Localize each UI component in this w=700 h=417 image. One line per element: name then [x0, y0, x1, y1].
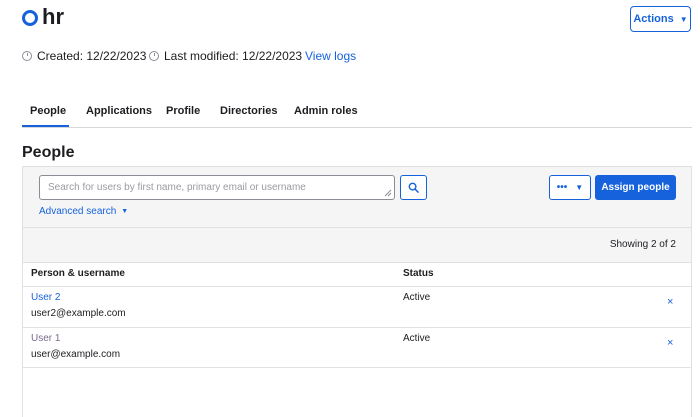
created-date: Created: 12/22/2023: [37, 49, 147, 63]
actions-button[interactable]: Actions ▼: [630, 6, 691, 32]
row-divider: [22, 367, 692, 368]
results-bar: [22, 228, 692, 262]
user-name-link[interactable]: User 2: [31, 292, 60, 303]
remove-user-icon[interactable]: ×: [667, 296, 673, 308]
search-input[interactable]: [39, 175, 395, 200]
column-header-status: Status: [403, 268, 434, 279]
user-status: Active: [403, 333, 431, 344]
modified-meta: Last modified: 12/22/2023: [149, 49, 302, 63]
search-button[interactable]: [400, 175, 427, 200]
user-email: user@example.com: [31, 349, 121, 360]
section-title: People: [22, 144, 75, 161]
page-title: hr: [42, 4, 64, 29]
row-divider: [22, 286, 692, 287]
tabs-divider: [22, 127, 692, 128]
created-meta: Created: 12/22/2023: [22, 49, 146, 63]
more-actions-button[interactable]: ••• ▼: [549, 175, 591, 200]
caret-down-icon: ▼: [121, 208, 129, 215]
assign-people-button[interactable]: Assign people: [595, 175, 676, 200]
user-email: user2@example.com: [31, 308, 126, 319]
search-icon: [408, 182, 419, 193]
tab-applications[interactable]: Applications: [86, 105, 152, 117]
row-divider: [22, 327, 692, 328]
more-icon: •••: [556, 181, 568, 193]
results-count: Showing 2 of 2: [609, 239, 676, 250]
user-name-link[interactable]: User 1: [31, 333, 60, 344]
actions-label: Actions: [633, 13, 674, 25]
tab-people[interactable]: People: [30, 105, 66, 117]
caret-down-icon: ▼: [679, 14, 688, 24]
resize-handle-icon[interactable]: [384, 189, 392, 197]
advanced-search-toggle[interactable]: Advanced search ▼: [39, 206, 128, 217]
user-status: Active: [403, 292, 431, 303]
clock-icon: [22, 51, 32, 61]
group-icon: [22, 10, 38, 26]
view-logs-link[interactable]: View logs: [305, 49, 356, 63]
clock-icon: [149, 51, 159, 61]
advanced-search-label: Advanced search: [39, 206, 117, 217]
tab-directories[interactable]: Directories: [220, 105, 277, 117]
caret-down-icon: ▼: [575, 183, 584, 192]
remove-user-icon[interactable]: ×: [667, 337, 673, 349]
tab-profile[interactable]: Profile: [166, 105, 200, 117]
tab-admin-roles[interactable]: Admin roles: [294, 105, 358, 117]
active-tab-indicator: [22, 125, 69, 127]
modified-date: Last modified: 12/22/2023: [164, 49, 303, 63]
column-header-person: Person & username: [31, 268, 125, 279]
